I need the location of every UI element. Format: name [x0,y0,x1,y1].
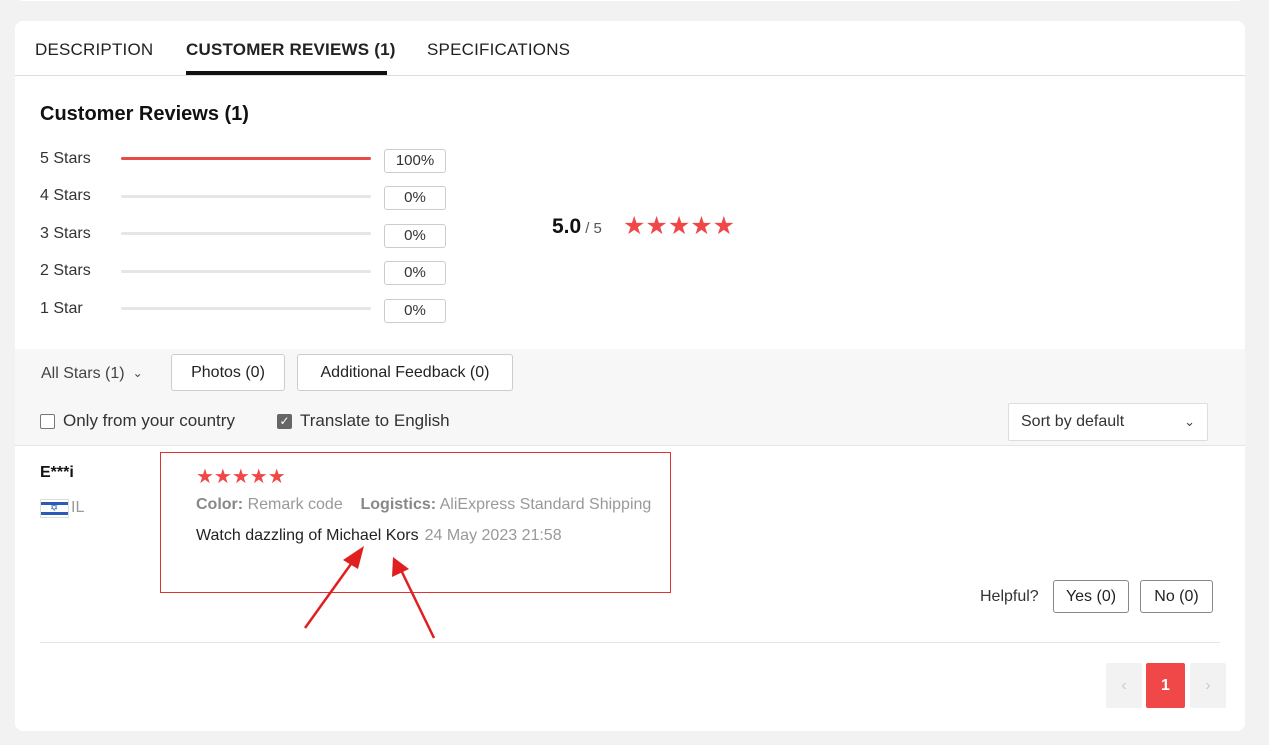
review-text: Watch dazzling of Michael Kors [196,527,419,544]
translate-checkbox[interactable]: ✓ Translate to English [277,411,450,431]
rating-bar-1 [121,307,371,310]
sort-dropdown[interactable]: Sort by default ⌄ [1008,403,1208,441]
rating-percent-4: 0% [384,186,446,210]
average-rating-value: 5.0 [552,215,582,238]
all-stars-dropdown[interactable]: All Stars (1) ⌄ [41,365,143,383]
filter-bar: All Stars (1) ⌄ Photos (0) Additional Fee… [15,349,1245,446]
review-date: 24 May 2023 21:58 [424,527,562,544]
rating-percent-5: 100% [384,149,446,173]
average-rating-max: / 5 [585,220,602,237]
tab-specifications[interactable]: SPECIFICATIONS [427,40,570,60]
chevron-down-icon: ⌄ [132,366,143,380]
helpful-label: Helpful? [980,588,1039,605]
all-stars-label: All Stars (1) [41,365,125,382]
logistics-value: AliExpress Standard Shipping [439,496,652,513]
checkbox-icon[interactable] [40,413,55,429]
rating-label-1[interactable]: 1 Star [40,300,83,318]
chevron-down-icon: ⌄ [1184,414,1195,429]
average-rating: 5.0/ 5 [552,215,602,239]
translate-label: Translate to English [300,411,450,430]
sort-label: Sort by default [1021,413,1125,430]
logistics-label: Logistics: [360,496,437,513]
rating-label-4[interactable]: 4 Stars [40,187,91,205]
flag-stripe-bottom [41,512,68,515]
israel-flag-icon: ✡ [40,499,69,518]
additional-feedback-button[interactable]: Additional Feedback (0) [297,354,513,391]
pagination-prev-button[interactable]: ‹ [1106,663,1142,708]
tab-customer-reviews[interactable]: CUSTOMER REVIEWS (1) [186,40,396,60]
review-meta: Color: Remark code Logistics: AliExpress… [196,496,651,514]
rating-percent-2: 0% [384,261,446,285]
reviews-title: Customer Reviews (1) [40,103,249,125]
only-country-label: Only from your country [63,411,235,430]
rating-bar-3 [121,232,371,235]
only-country-checkbox[interactable]: Only from your country [40,411,235,431]
pagination-page-1[interactable]: 1 [1146,663,1185,708]
rating-percent-1: 0% [384,299,446,323]
reviewer-country: IL [71,499,85,516]
rating-label-5[interactable]: 5 Stars [40,150,91,168]
rating-bar-4 [121,195,371,198]
rating-label-3[interactable]: 3 Stars [40,225,91,243]
rating-bar-fill-5 [121,157,371,160]
tab-description[interactable]: DESCRIPTION [35,40,153,60]
rating-bar-2 [121,270,371,273]
photos-filter-button[interactable]: Photos (0) [171,354,285,391]
reviews-card: DESCRIPTION CUSTOMER REVIEWS (1) SPECIFI… [15,21,1245,731]
review-body: Watch dazzling of Michael Kors 24 May 202… [196,527,562,545]
reviewer-name: E***i [40,464,74,481]
average-stars-icon: ★★★★★ [623,212,736,240]
review-stars-icon: ★★★★★ [196,466,286,488]
tab-bar: DESCRIPTION CUSTOMER REVIEWS (1) SPECIFI… [15,21,1245,76]
color-label: Color: [196,496,244,513]
helpful-yes-button[interactable]: Yes (0) [1053,580,1129,613]
active-tab-indicator [186,71,387,75]
previous-card-edge [15,0,1245,1]
color-value: Remark code [247,496,343,513]
rating-bar-5 [121,157,371,160]
pagination-next-button[interactable]: › [1190,663,1226,708]
checkbox-checked-icon[interactable]: ✓ [277,413,292,429]
divider [40,642,1220,643]
helpful-no-button[interactable]: No (0) [1140,580,1213,613]
rating-percent-3: 0% [384,224,446,248]
rating-label-2[interactable]: 2 Stars [40,262,91,280]
